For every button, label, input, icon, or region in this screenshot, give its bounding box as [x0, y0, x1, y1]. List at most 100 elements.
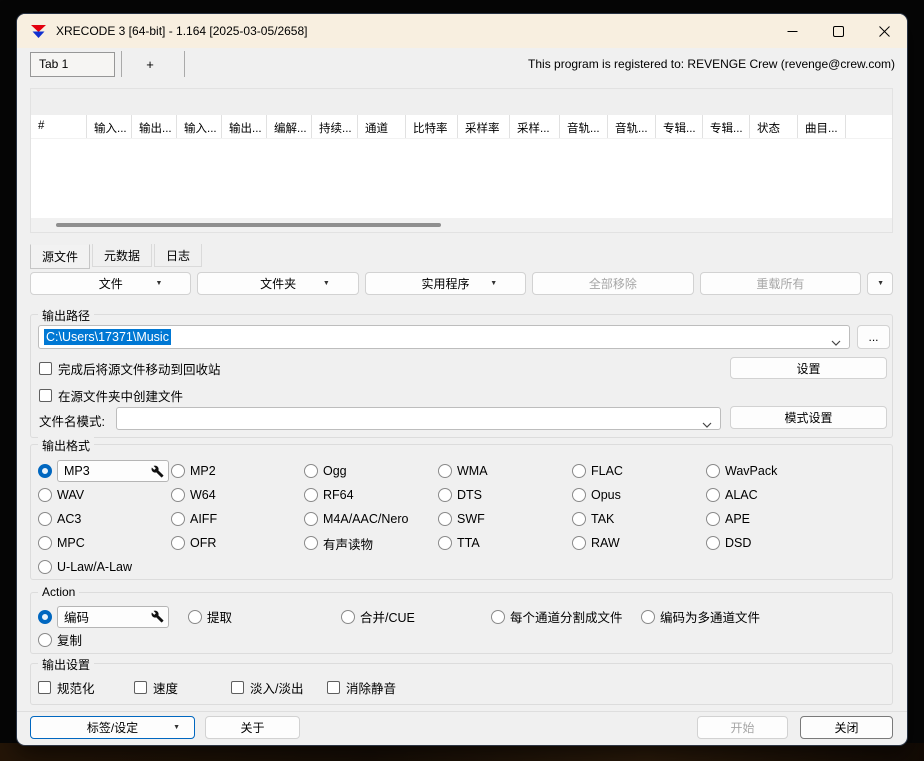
output-path-combobox[interactable]: C:\Users\17371\Music — [38, 325, 850, 349]
pattern-settings-button[interactable]: 模式设置 — [730, 406, 887, 429]
format-option-flac[interactable]: FLAC — [572, 464, 706, 478]
format-option-mp3[interactable]: MP3 — [38, 460, 171, 482]
dropdown-arrow-icon: ▼ — [877, 280, 884, 287]
format-editor-box[interactable]: MP3 — [57, 460, 169, 482]
title-bar[interactable]: XRECODE 3 [64-bit] - 1.164 [2025-03-05/2… — [17, 14, 907, 48]
table-column-header-option-3[interactable]: 输入... — [177, 115, 222, 138]
table-column-header-option-0[interactable]: # — [31, 115, 87, 138]
output-setting-label: 速度 — [153, 678, 178, 697]
format-option-swf[interactable]: SWF — [438, 512, 572, 526]
table-column-header-option-16[interactable]: 曲目... — [798, 115, 846, 138]
start-button[interactable]: 开始 — [697, 716, 788, 739]
action-option-label: 每个通道分割成文件 — [510, 607, 623, 626]
horizontal-scrollbar[interactable] — [31, 218, 892, 232]
table-column-header-option-7[interactable]: 通道 — [358, 115, 406, 138]
toolbar-more-dropdown-button[interactable]: ▼ — [867, 272, 893, 295]
move-to-recycle-checkbox[interactable]: 完成后将源文件移动到回收站 — [39, 359, 221, 378]
format-option-raw[interactable]: RAW — [572, 536, 706, 550]
format-option-label: MP3 — [64, 464, 151, 478]
format-option-label: WavPack — [725, 464, 777, 478]
format-option-rf64[interactable]: RF64 — [304, 488, 438, 502]
radio-icon — [171, 464, 185, 478]
format-option-wav[interactable]: WAV — [38, 488, 171, 502]
close-window-button[interactable]: 关闭 — [800, 716, 893, 739]
format-option-tta[interactable]: TTA — [438, 536, 572, 550]
table-body[interactable] — [31, 139, 892, 218]
settings-button[interactable]: 设置 — [730, 357, 887, 379]
toolbar-button-option-0[interactable]: 文件▼ — [30, 272, 191, 295]
chevron-down-icon[interactable] — [702, 417, 712, 431]
table-column-header-option-5[interactable]: 编解... — [267, 115, 312, 138]
format-option-label: Ogg — [323, 464, 347, 478]
scrollbar-thumb[interactable] — [56, 223, 441, 227]
format-option-alac[interactable]: ALAC — [706, 488, 777, 502]
format-option-u-law-a-law[interactable]: U-Law/A-Law — [38, 560, 171, 574]
browse-button[interactable]: ... — [857, 325, 890, 349]
format-option-ogg[interactable]: Ogg — [304, 464, 438, 478]
minimize-button[interactable] — [769, 14, 815, 48]
table-column-header-option-6[interactable]: 持续... — [312, 115, 358, 138]
panel-tab-option-1[interactable]: 元数据 — [92, 244, 152, 267]
action-editor-box[interactable]: 编码 — [57, 606, 169, 628]
table-column-header-option-15[interactable]: 状态 — [750, 115, 798, 138]
format-option-ac3[interactable]: AC3 — [38, 512, 171, 526]
action-option-cue[interactable]: 合并/CUE — [341, 607, 491, 626]
action-option-option-4[interactable]: 编码为多通道文件 — [641, 607, 760, 626]
panel-tab-option-2[interactable]: 日志 — [154, 244, 202, 267]
tab-1[interactable]: Tab 1 — [30, 52, 115, 77]
close-button[interactable] — [861, 14, 907, 48]
add-tab-button[interactable]: + — [122, 57, 178, 72]
table-column-header-option-13[interactable]: 专辑... — [656, 115, 703, 138]
format-option-m4a-aac-nero[interactable]: M4A/AAC/Nero — [304, 512, 438, 526]
table-column-header-option-4[interactable]: 输出... — [222, 115, 267, 138]
table-column-header-option-11[interactable]: 音轨... — [560, 115, 608, 138]
output-setting-option-2[interactable]: 淡入/淡出 — [231, 678, 327, 697]
table-column-header-option-14[interactable]: 专辑... — [703, 115, 750, 138]
panel-tab-option-0[interactable]: 源文件 — [30, 244, 90, 269]
toolbar-button-option-3[interactable]: 全部移除 — [532, 272, 693, 295]
format-option-dts[interactable]: DTS — [438, 488, 572, 502]
format-option-w64[interactable]: W64 — [171, 488, 304, 502]
radio-icon — [706, 464, 720, 478]
format-option-aiff[interactable]: AIFF — [171, 512, 304, 526]
format-option-mpc[interactable]: MPC — [38, 536, 171, 550]
table-column-header-option-2[interactable]: 输出... — [132, 115, 177, 138]
maximize-button[interactable] — [815, 14, 861, 48]
wrench-icon[interactable] — [151, 610, 164, 623]
format-option-ofr[interactable]: OFR — [171, 536, 304, 550]
action-option-option-1[interactable]: 提取 — [188, 607, 341, 626]
output-setting-option-1[interactable]: 速度 — [134, 678, 231, 697]
format-option-label: Opus — [591, 488, 621, 502]
radio-icon — [491, 610, 505, 624]
tags-settings-button[interactable]: 标签/设定 ▼ — [30, 716, 195, 739]
action-option-option-5[interactable]: 复制 — [38, 630, 188, 649]
format-option-wavpack[interactable]: WavPack — [706, 464, 777, 478]
file-table[interactable]: #输入...输出...输入...输出...编解...持续...通道比特率采样率采… — [30, 88, 893, 233]
toolbar-button-option-4[interactable]: 重载所有 — [700, 272, 861, 295]
table-column-header-option-8[interactable]: 比特率 — [406, 115, 458, 138]
format-option-opus[interactable]: Opus — [572, 488, 706, 502]
format-option-label: TAK — [591, 512, 614, 526]
table-column-header-option-10[interactable]: 采样... — [510, 115, 560, 138]
about-button[interactable]: 关于 — [205, 716, 300, 739]
output-setting-option-0[interactable]: 规范化 — [38, 678, 134, 697]
toolbar-button-option-1[interactable]: 文件夹▼ — [197, 272, 358, 295]
create-in-source-checkbox[interactable]: 在源文件夹中创建文件 — [39, 386, 183, 405]
chevron-down-icon[interactable] — [831, 335, 841, 349]
table-column-header-option-12[interactable]: 音轨... — [608, 115, 656, 138]
format-option-option-20[interactable]: 有声读物 — [304, 534, 438, 553]
table-column-header-option-9[interactable]: 采样率 — [458, 115, 510, 138]
filename-pattern-combobox[interactable] — [116, 407, 721, 430]
checkbox-icon — [38, 681, 51, 694]
toolbar-button-option-2[interactable]: 实用程序▼ — [365, 272, 526, 295]
output-setting-option-3[interactable]: 消除静音 — [327, 678, 396, 697]
format-option-wma[interactable]: WMA — [438, 464, 572, 478]
table-column-header-option-1[interactable]: 输入... — [87, 115, 132, 138]
action-option-option-0[interactable]: 编码 — [38, 606, 188, 628]
wrench-icon[interactable] — [151, 465, 164, 478]
format-option-ape[interactable]: APE — [706, 512, 777, 526]
format-option-tak[interactable]: TAK — [572, 512, 706, 526]
format-option-mp2[interactable]: MP2 — [171, 464, 304, 478]
action-option-option-3[interactable]: 每个通道分割成文件 — [491, 607, 641, 626]
format-option-dsd[interactable]: DSD — [706, 536, 777, 550]
